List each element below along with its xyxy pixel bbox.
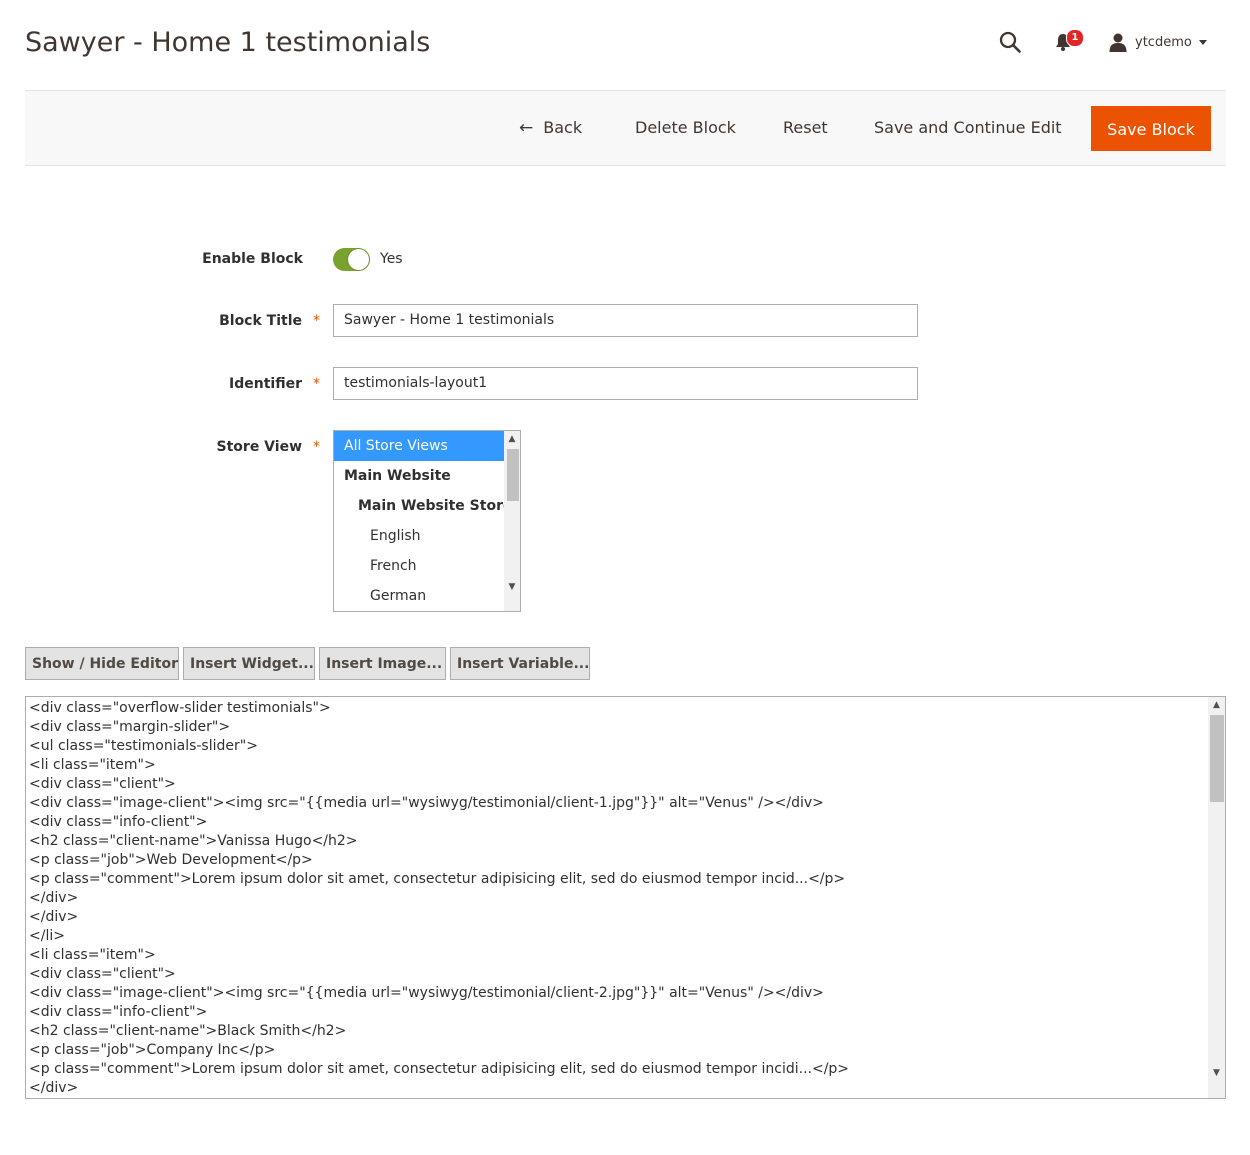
- header-actions: 1 ytcdemo: [990, 28, 1250, 54]
- content-line: <div class="overflow-slider testimonials…: [29, 700, 331, 716]
- store-option-german[interactable]: German: [334, 581, 504, 611]
- toggle-knob: [348, 249, 369, 270]
- content-line: <h2 class="client-name">Black Smith</h2>: [29, 1023, 347, 1039]
- delete-block-button[interactable]: Delete Block: [635, 105, 736, 150]
- content-line: </div>: [29, 1080, 79, 1096]
- show-hide-editor-button[interactable]: Show / Hide Editor: [25, 647, 179, 680]
- scroll-up-icon[interactable]: ▲: [1208, 697, 1225, 713]
- scroll-down-icon[interactable]: ▼: [504, 579, 520, 595]
- content-line: <div class="image-client"><img src="{{me…: [29, 795, 824, 811]
- reset-button[interactable]: Reset: [783, 105, 828, 150]
- content-line: <h2 class="client-name">Vanissa Hugo</h2…: [29, 833, 358, 849]
- search-icon[interactable]: [999, 31, 1021, 53]
- store-view-multiselect[interactable]: All Store Views Main Website Main Websit…: [333, 430, 521, 612]
- content-line: <div class="client">: [29, 966, 176, 982]
- content-line: <p class="job">Company Inc</p>: [29, 1042, 276, 1058]
- scrollbar-thumb[interactable]: [507, 449, 519, 501]
- content-line: <p class="job">Web Development</p>: [29, 852, 313, 868]
- content-line: <div class="margin-slider">: [29, 719, 231, 735]
- user-icon: [1109, 33, 1127, 52]
- save-and-continue-button[interactable]: Save and Continue Edit: [874, 105, 1062, 150]
- content-line: </div>: [29, 909, 79, 925]
- required-star: *: [313, 439, 320, 455]
- store-option-french[interactable]: French: [334, 551, 504, 581]
- store-option-all-store-views[interactable]: All Store Views: [334, 431, 504, 461]
- notifications-button[interactable]: 1: [1053, 29, 1087, 56]
- identifier-label: Identifier: [229, 376, 302, 392]
- content-line: <div class="image-client"><img src="{{me…: [29, 985, 824, 1001]
- store-option-main-website[interactable]: Main Website: [334, 461, 504, 491]
- store-view-label: Store View: [216, 439, 302, 455]
- insert-variable-button[interactable]: Insert Variable...: [450, 647, 590, 680]
- back-button[interactable]: ← Back: [519, 105, 582, 150]
- scroll-down-icon[interactable]: ▼: [1208, 1065, 1225, 1081]
- identifier-input[interactable]: testimonials-layout1: [333, 367, 918, 400]
- content-line: <div class="info-client">: [29, 1004, 208, 1020]
- content-line: <p class="comment">Lorem ipsum dolor sit…: [29, 1061, 850, 1077]
- content-line: </div>: [29, 890, 79, 906]
- content-line: <li class="item">: [29, 757, 156, 773]
- back-label: Back: [543, 118, 583, 137]
- user-name: ytcdemo: [1135, 34, 1192, 50]
- store-option-main-website-store[interactable]: Main Website Store: [334, 491, 504, 521]
- scroll-up-icon[interactable]: ▲: [504, 431, 520, 447]
- content-line: <div class="client">: [29, 776, 176, 792]
- content-line: <ul class="testimonials-slider">: [29, 738, 258, 754]
- content-scrollbar[interactable]: ▲ ▼: [1208, 697, 1225, 1098]
- enable-block-toggle[interactable]: [333, 248, 370, 271]
- chevron-down-icon: [1198, 39, 1207, 45]
- user-menu[interactable]: ytcdemo: [1108, 31, 1207, 53]
- save-block-button[interactable]: Save Block: [1091, 106, 1211, 151]
- required-star: *: [313, 376, 320, 392]
- content-textarea[interactable]: <div class="overflow-slider testimonials…: [25, 696, 1226, 1099]
- insert-widget-button[interactable]: Insert Widget...: [183, 647, 315, 680]
- enable-block-value: Yes: [380, 251, 403, 267]
- content-line: <li class="item">: [29, 947, 156, 963]
- content-line: </li>: [29, 928, 65, 944]
- required-star: *: [313, 313, 320, 329]
- block-title-label: Block Title: [219, 313, 302, 329]
- content-lines: <div class="overflow-slider testimonials…: [29, 699, 1207, 1098]
- enable-block-label: Enable Block: [202, 251, 303, 267]
- page-title: Sawyer - Home 1 testimonials: [25, 27, 431, 58]
- content-line: <div class="info-client">: [29, 814, 208, 830]
- notification-count-badge: 1: [1066, 29, 1084, 47]
- block-title-input[interactable]: Sawyer - Home 1 testimonials: [333, 304, 918, 337]
- page-actions-bar: ← Back Delete Block Reset Save and Contin…: [25, 90, 1226, 166]
- arrow-left-icon: ←: [519, 118, 534, 138]
- store-view-scrollbar[interactable]: ▲ ▼: [504, 431, 520, 611]
- store-option-english[interactable]: English: [334, 521, 504, 551]
- scrollbar-thumb[interactable]: [1210, 715, 1224, 802]
- content-line: <p class="comment">Lorem ipsum dolor sit…: [29, 871, 846, 887]
- insert-image-button[interactable]: Insert Image...: [319, 647, 446, 680]
